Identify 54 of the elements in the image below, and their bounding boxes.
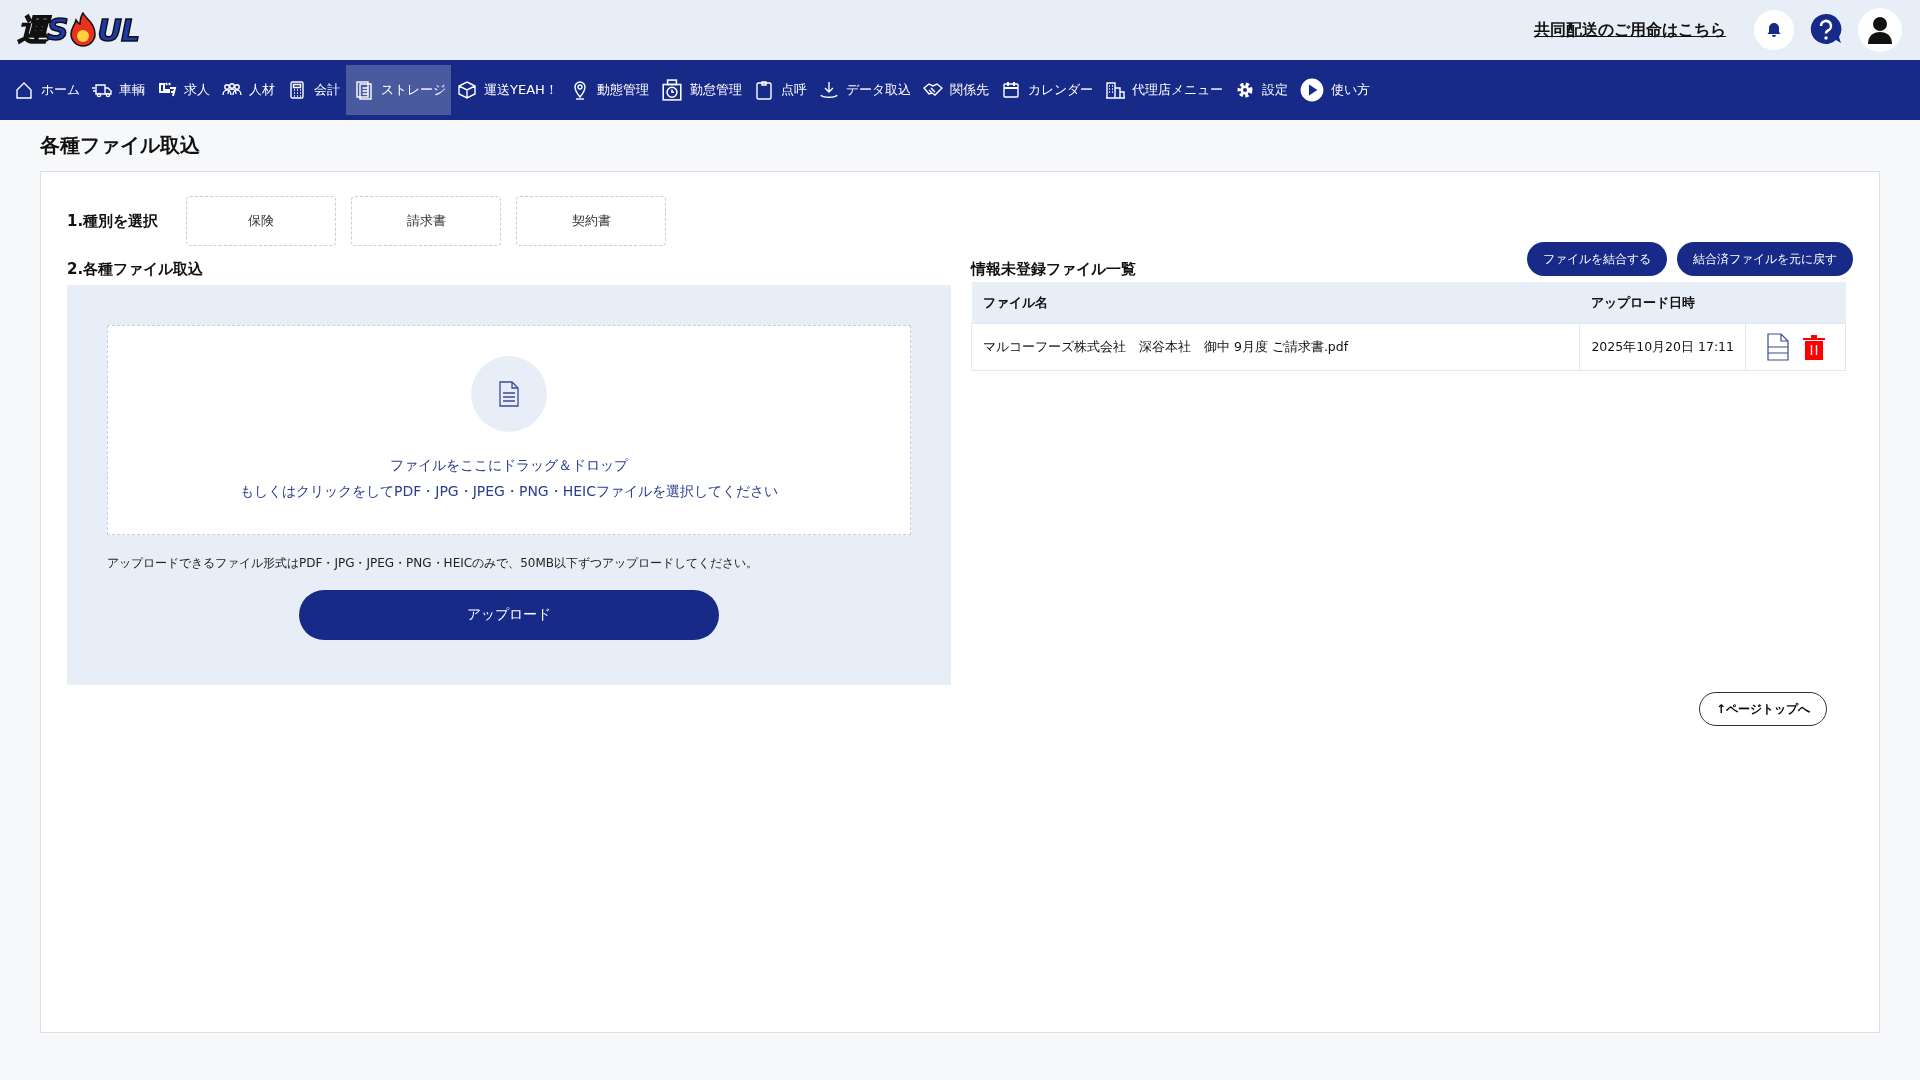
nav-item[interactable]: 求人 [151, 65, 216, 115]
type-button[interactable]: 契約書 [516, 196, 666, 246]
page-top-button[interactable]: ↑ページトップへ [1698, 692, 1827, 726]
notification-button[interactable] [1754, 10, 1794, 50]
nav-item[interactable]: 車輌 [86, 65, 151, 115]
table-cell: マルコーフーズ株式会社 深谷本社 御中 9月度 ご請求書.pdf [971, 323, 1580, 371]
page-title: 各種ファイル取込 [40, 132, 201, 159]
nav-item[interactable]: 設定 [1228, 65, 1294, 115]
documents-icon [354, 80, 374, 100]
building-icon [1104, 80, 1125, 100]
drop-zone[interactable]: ファイルをここにドラッグ＆ドロップ もしくはクリックをしてPDF・JPG・JPEG・PNG・HEICファイルを選択してください [107, 325, 911, 535]
nav-item[interactable]: 運送YEAH！ [451, 65, 564, 115]
nav-item[interactable]: ストレージ [346, 65, 451, 115]
nav-item[interactable]: 人材 [216, 65, 281, 115]
nav-item[interactable]: 点呼 [747, 65, 813, 115]
document-icon[interactable] [1766, 333, 1789, 361]
play-icon [1299, 78, 1324, 102]
logo[interactable]: 運S UL [18, 9, 140, 51]
column-header: アップロード日時 [1579, 282, 1746, 324]
flame-icon [67, 12, 98, 48]
nav-item[interactable]: 代理店メニュー [1098, 65, 1229, 115]
section-heading: 2.各種ファイル取込 [67, 260, 204, 279]
step-label: 1.種別を選択 [67, 211, 160, 231]
bell-icon [1766, 22, 1782, 38]
action-button[interactable]: 結合済ファイルを元に戻す [1677, 242, 1853, 276]
nav-item[interactable]: データ取込 [812, 65, 917, 115]
type-button[interactable]: 保険 [186, 196, 336, 246]
upload-button[interactable]: アップロード [299, 590, 719, 640]
nav-item[interactable]: カレンダー [994, 65, 1099, 115]
section-heading: 情報未登録ファイル一覧 [971, 260, 1136, 279]
nav-item[interactable]: 動態管理 [563, 65, 655, 115]
trash-icon[interactable] [1802, 334, 1825, 360]
nav-item[interactable]: 会計 [281, 65, 346, 115]
user-icon [1867, 16, 1893, 44]
calendar-icon [1000, 80, 1021, 100]
time-clock-icon [660, 79, 683, 101]
home-icon [14, 80, 34, 100]
download-icon [818, 80, 839, 100]
drop-hint: もしくはクリックをしてPDF・JPG・JPEG・PNG・HEICファイルを選択してください [240, 482, 778, 501]
clipboard-icon [753, 80, 774, 100]
type-button[interactable]: 請求書 [351, 196, 501, 246]
table-cell: 2025年10月20日 17:11 [1579, 323, 1746, 371]
nav-item[interactable]: 関係先 [916, 65, 995, 115]
account-button[interactable] [1858, 8, 1902, 52]
upload-note: アップロードできるファイル形式はPDF・JPG・JPEG・PNG・HEICのみで、50MB以下ずつアップロードしてください。 [107, 555, 759, 572]
action-button[interactable]: ファイルを結合する [1527, 242, 1667, 276]
nav-item[interactable]: 勤怠管理 [654, 65, 748, 115]
drop-instruction: ファイルをここにドラッグ＆ドロップ [390, 456, 628, 475]
box-icon [457, 80, 477, 100]
nav-item[interactable]: ホーム [8, 65, 86, 115]
column-header: ファイル名 [971, 282, 1580, 324]
nav-item[interactable]: 使い方 [1293, 65, 1376, 115]
shared-delivery-link[interactable]: 共同配送のご用命はこちら [1534, 19, 1726, 41]
calculator-icon [287, 80, 307, 100]
